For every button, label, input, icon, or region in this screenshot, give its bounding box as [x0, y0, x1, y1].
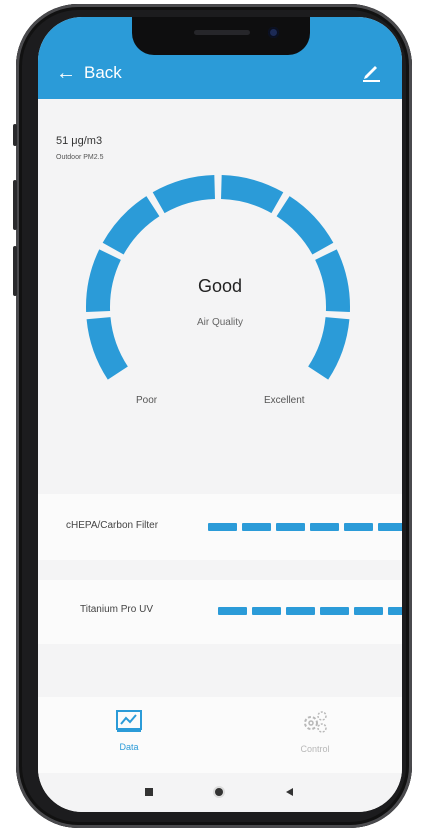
tab-control-label: Control	[300, 744, 330, 754]
pencil-icon[interactable]	[360, 61, 382, 83]
air-quality-label: Air Quality	[196, 317, 244, 328]
level-segment	[252, 607, 281, 615]
filter-row-chepa: cHEPA/Carbon Filter	[38, 494, 402, 560]
gauge-min-label: Poor	[136, 395, 158, 406]
mute-switch	[13, 124, 17, 146]
home-icon[interactable]	[212, 785, 226, 799]
recent-apps-icon[interactable]	[144, 787, 154, 797]
filter-name: Titanium Pro UV	[80, 604, 153, 615]
phone-screen: ← Back 51 μg/m3 Outdoor PM2.5 Good Air Q…	[38, 17, 402, 812]
gauge-segment	[276, 196, 334, 255]
level-segment	[276, 523, 305, 531]
tab-data-label: Data	[119, 742, 139, 752]
level-segment	[218, 607, 247, 615]
level-segment	[320, 607, 349, 615]
level-segment	[354, 607, 383, 615]
front-camera	[268, 27, 279, 38]
filter-level-bar	[218, 607, 402, 615]
gauge-segment	[221, 175, 284, 214]
level-segment	[344, 523, 373, 531]
volume-down-button	[13, 246, 17, 296]
back-label: Back	[84, 63, 122, 82]
tab-data[interactable]: Data	[84, 709, 174, 752]
outdoor-pm-label: Outdoor PM2.5	[56, 154, 104, 161]
outdoor-pm-value: 51 μg/m3	[56, 135, 103, 147]
back-arrow-icon: ←	[56, 62, 76, 84]
gauge-max-label: Excellent	[264, 395, 305, 406]
earpiece-speaker	[194, 30, 250, 35]
tab-control[interactable]: Control	[270, 709, 360, 754]
gears-icon	[304, 711, 327, 733]
back-button[interactable]: ← Back	[56, 63, 122, 83]
air-quality-status: Good	[197, 276, 243, 296]
system-navigation-bar	[38, 773, 402, 812]
level-segment	[310, 523, 339, 531]
level-segment	[378, 523, 402, 531]
filter-level-bar	[208, 523, 402, 531]
level-segment	[286, 607, 315, 615]
nav-back-icon[interactable]	[285, 787, 295, 797]
level-segment	[208, 523, 237, 531]
notch	[132, 17, 310, 55]
air-quality-panel: 51 μg/m3 Outdoor PM2.5 Good Air Quality …	[38, 99, 402, 697]
filter-row-uv: Titanium Pro UV	[38, 580, 402, 644]
bottom-tab-bar: Data Control	[38, 697, 402, 773]
volume-up-button	[13, 180, 17, 230]
filter-name: cHEPA/Carbon Filter	[66, 520, 159, 531]
level-segment	[242, 523, 271, 531]
chart-icon	[116, 710, 142, 732]
level-segment	[388, 607, 402, 615]
gauge-segment	[152, 175, 215, 214]
gauge-segment	[102, 196, 160, 255]
